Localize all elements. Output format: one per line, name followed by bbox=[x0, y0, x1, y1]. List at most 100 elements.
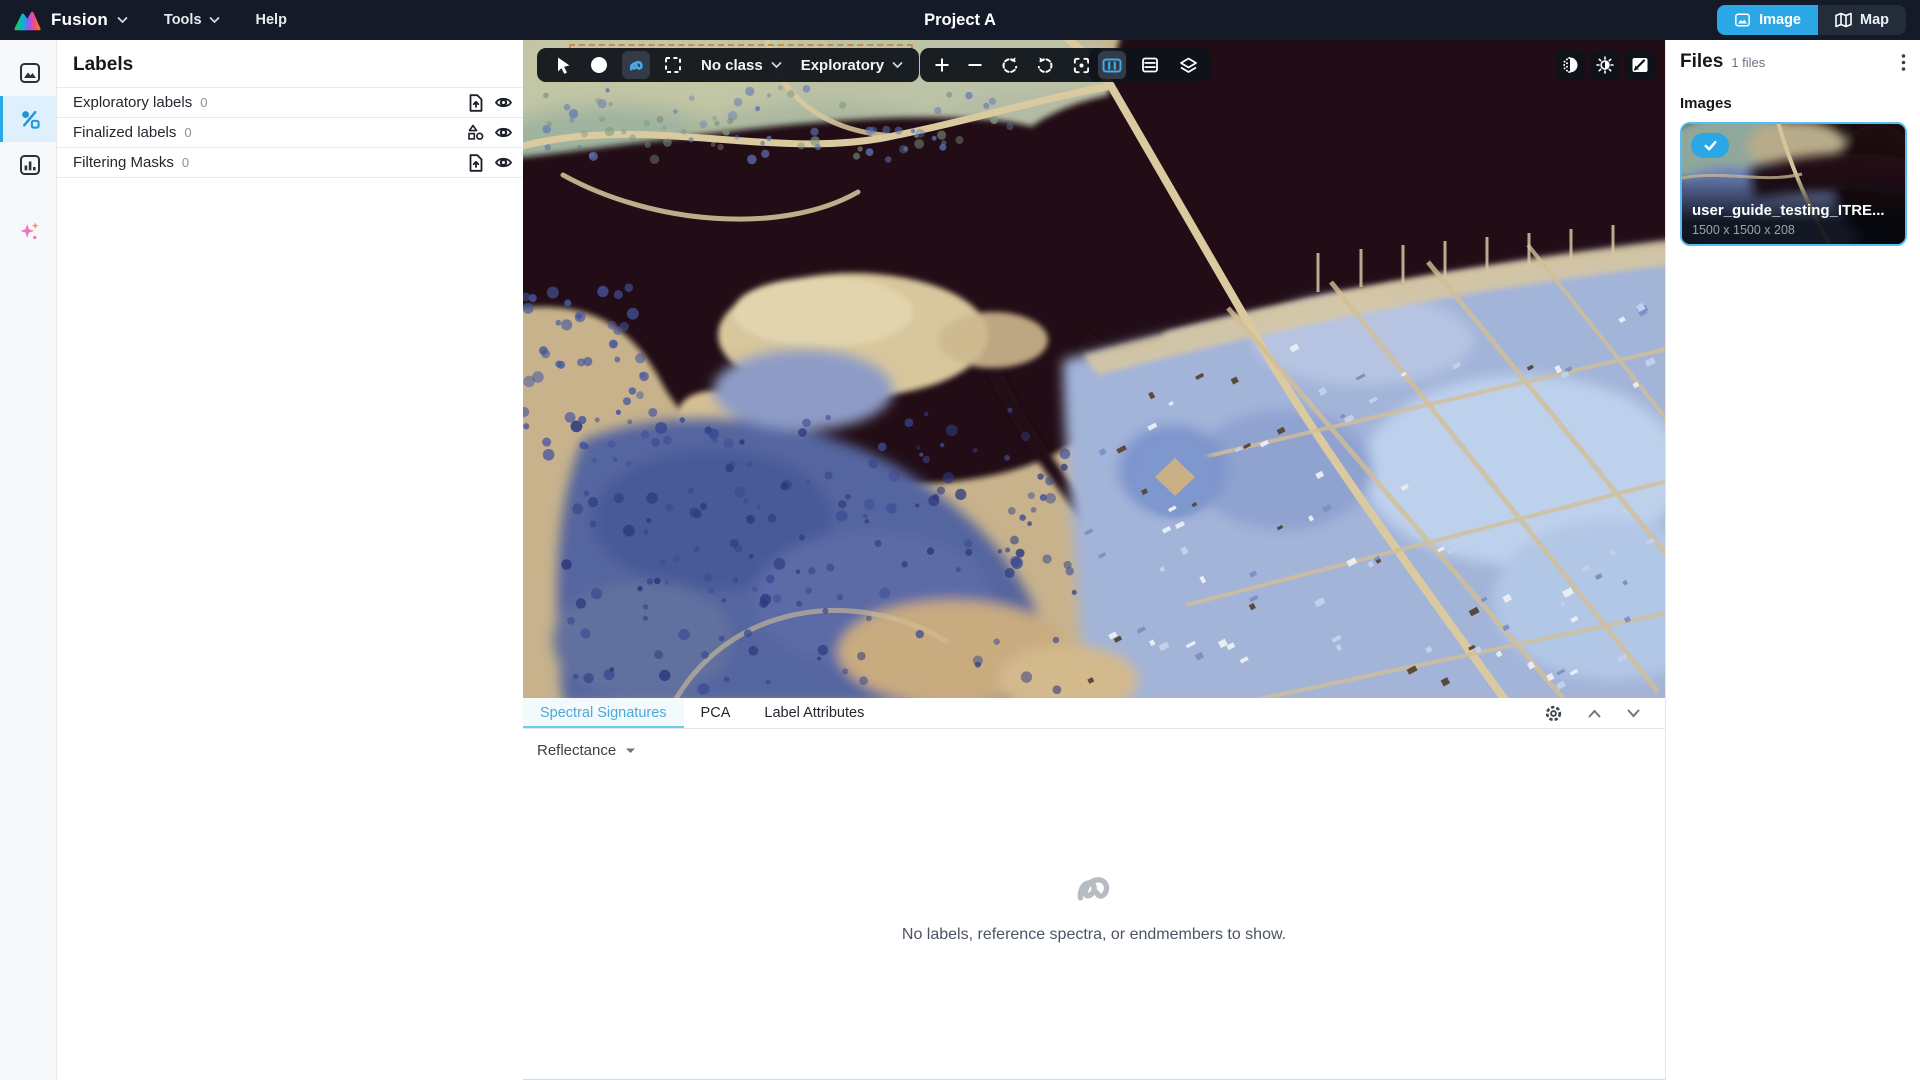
label-row-count: 0 bbox=[184, 125, 191, 140]
label-row-count: 0 bbox=[200, 95, 207, 110]
eye-icon bbox=[494, 155, 513, 170]
rotate-ccw-icon bbox=[1000, 56, 1019, 75]
columns-view-icon bbox=[1102, 57, 1122, 74]
shapes-button[interactable] bbox=[467, 124, 484, 141]
project-title: Project A bbox=[924, 11, 996, 30]
menu-tools[interactable]: Tools bbox=[164, 12, 220, 28]
selected-check-badge[interactable] bbox=[1691, 133, 1729, 158]
spectra-empty-state: No labels, reference spectra, or endmemb… bbox=[523, 729, 1665, 1079]
tab-label-attributes[interactable]: Label Attributes bbox=[747, 698, 881, 728]
map-view-button[interactable]: Map bbox=[1818, 5, 1906, 35]
rows-view-icon bbox=[1141, 56, 1159, 74]
scatter-labels-icon bbox=[19, 108, 41, 130]
chevron-down-icon bbox=[892, 61, 903, 69]
viewer-toolbar-tools: No class Exploratory bbox=[537, 48, 919, 82]
labels-panel: Labels Exploratory labels 0 bbox=[57, 40, 523, 1080]
tab-pca[interactable]: PCA bbox=[684, 698, 748, 728]
tab-spectral-signatures[interactable]: Spectral Signatures bbox=[523, 698, 684, 728]
label-row-filtering-masks[interactable]: Filtering Masks 0 bbox=[57, 148, 523, 178]
panel-collapse-button[interactable] bbox=[1626, 708, 1641, 719]
rotate-ccw-button[interactable] bbox=[1000, 56, 1019, 75]
panel-expand-button[interactable] bbox=[1587, 708, 1602, 719]
sparkles-icon bbox=[18, 220, 41, 243]
view-switch: Image Map bbox=[1717, 5, 1906, 35]
topbar: Fusion Tools Help Project A Image Map bbox=[0, 0, 1920, 40]
image-view-button[interactable]: Image bbox=[1717, 5, 1818, 35]
label-mode-dropdown-value: Exploratory bbox=[801, 57, 884, 74]
visibility-toggle[interactable] bbox=[494, 155, 513, 170]
panel-settings-button[interactable] bbox=[1544, 704, 1563, 723]
zoom-out-icon bbox=[967, 57, 983, 73]
image-viewer[interactable]: No class Exploratory bbox=[523, 40, 1665, 698]
image-icon bbox=[1734, 12, 1751, 28]
shapes-icon bbox=[467, 124, 484, 141]
viewer-toolbar-zoom bbox=[920, 48, 1105, 82]
rail-item-ai-tools[interactable] bbox=[0, 208, 56, 254]
center-column: No class Exploratory bbox=[523, 40, 1665, 1080]
visibility-toggle[interactable] bbox=[494, 95, 513, 110]
tab-label: PCA bbox=[701, 705, 731, 721]
map-view-label: Map bbox=[1860, 12, 1889, 28]
columns-view-button[interactable] bbox=[1098, 51, 1126, 79]
label-row-name: Exploratory labels bbox=[73, 94, 192, 111]
layers-button[interactable] bbox=[1174, 51, 1202, 79]
label-mode-dropdown[interactable]: Exploratory bbox=[796, 57, 908, 74]
marquee-select-icon bbox=[664, 56, 682, 74]
image-dimensions: 1500 x 1500 x 208 bbox=[1692, 223, 1795, 237]
file-upload-button[interactable] bbox=[468, 94, 484, 112]
empty-state-message: No labels, reference spectra, or endmemb… bbox=[902, 926, 1286, 944]
layers-icon bbox=[1179, 57, 1198, 74]
squiggle-icon bbox=[1070, 864, 1118, 910]
image-file-card[interactable]: user_guide_testing_ITRE... 1500 x 1500 x… bbox=[1680, 122, 1907, 246]
image-compare-icon bbox=[1631, 56, 1649, 74]
zoom-in-button[interactable] bbox=[934, 57, 950, 73]
rows-view-button[interactable] bbox=[1136, 51, 1164, 79]
eye-icon bbox=[494, 125, 513, 140]
kebab-menu-icon bbox=[1901, 53, 1906, 72]
label-row-finalized[interactable]: Finalized labels 0 bbox=[57, 118, 523, 148]
bar-chart-icon bbox=[19, 154, 41, 176]
circle-tool-button[interactable] bbox=[585, 51, 613, 79]
rail-item-analytics[interactable] bbox=[0, 142, 56, 188]
class-dropdown[interactable]: No class bbox=[696, 57, 787, 74]
viewer-display-tools bbox=[1555, 50, 1655, 80]
file-upload-button[interactable] bbox=[468, 154, 484, 172]
chevron-up-icon bbox=[1587, 708, 1602, 719]
contrast-dither-button[interactable] bbox=[1555, 50, 1585, 80]
menu-help[interactable]: Help bbox=[256, 12, 287, 28]
rail-item-images[interactable] bbox=[0, 50, 56, 96]
marquee-select-tool-button[interactable] bbox=[659, 51, 687, 79]
rotate-cw-button[interactable] bbox=[1036, 56, 1055, 75]
brightness-icon bbox=[1596, 56, 1614, 74]
tab-label: Spectral Signatures bbox=[540, 705, 667, 721]
rotate-cw-icon bbox=[1036, 56, 1055, 75]
fusion-logo-icon bbox=[14, 9, 41, 32]
satellite-image-canvas[interactable] bbox=[523, 40, 1665, 698]
visibility-toggle[interactable] bbox=[494, 125, 513, 140]
image-icon bbox=[19, 62, 41, 84]
files-panel-title: Files bbox=[1680, 51, 1723, 73]
brightness-button[interactable] bbox=[1590, 50, 1620, 80]
map-icon bbox=[1835, 12, 1852, 28]
tab-label: Label Attributes bbox=[764, 705, 864, 721]
chevron-down-icon bbox=[117, 16, 128, 24]
label-row-name: Finalized labels bbox=[73, 124, 176, 141]
circle-tool-icon bbox=[590, 56, 608, 74]
cursor-tool-button[interactable] bbox=[548, 51, 576, 79]
image-compare-button[interactable] bbox=[1625, 50, 1655, 80]
brand-name: Fusion bbox=[51, 10, 108, 30]
brand-menu[interactable]: Fusion bbox=[51, 10, 128, 30]
squiggle-draw-icon bbox=[627, 56, 646, 74]
squiggle-draw-tool-button[interactable] bbox=[622, 51, 650, 79]
zoom-in-icon bbox=[934, 57, 950, 73]
menu-tools-label: Tools bbox=[164, 12, 202, 28]
viewer-toolbar-views bbox=[1089, 48, 1211, 82]
rail-item-labels[interactable] bbox=[0, 96, 56, 142]
zoom-out-button[interactable] bbox=[967, 57, 983, 73]
label-row-exploratory[interactable]: Exploratory labels 0 bbox=[57, 88, 523, 118]
files-menu-button[interactable] bbox=[1901, 53, 1906, 72]
bottom-tabbar: Spectral Signatures PCA Label Attributes bbox=[523, 698, 1665, 729]
file-upload-icon bbox=[468, 94, 484, 112]
image-view-label: Image bbox=[1759, 12, 1801, 28]
label-row-name: Filtering Masks bbox=[73, 154, 174, 171]
